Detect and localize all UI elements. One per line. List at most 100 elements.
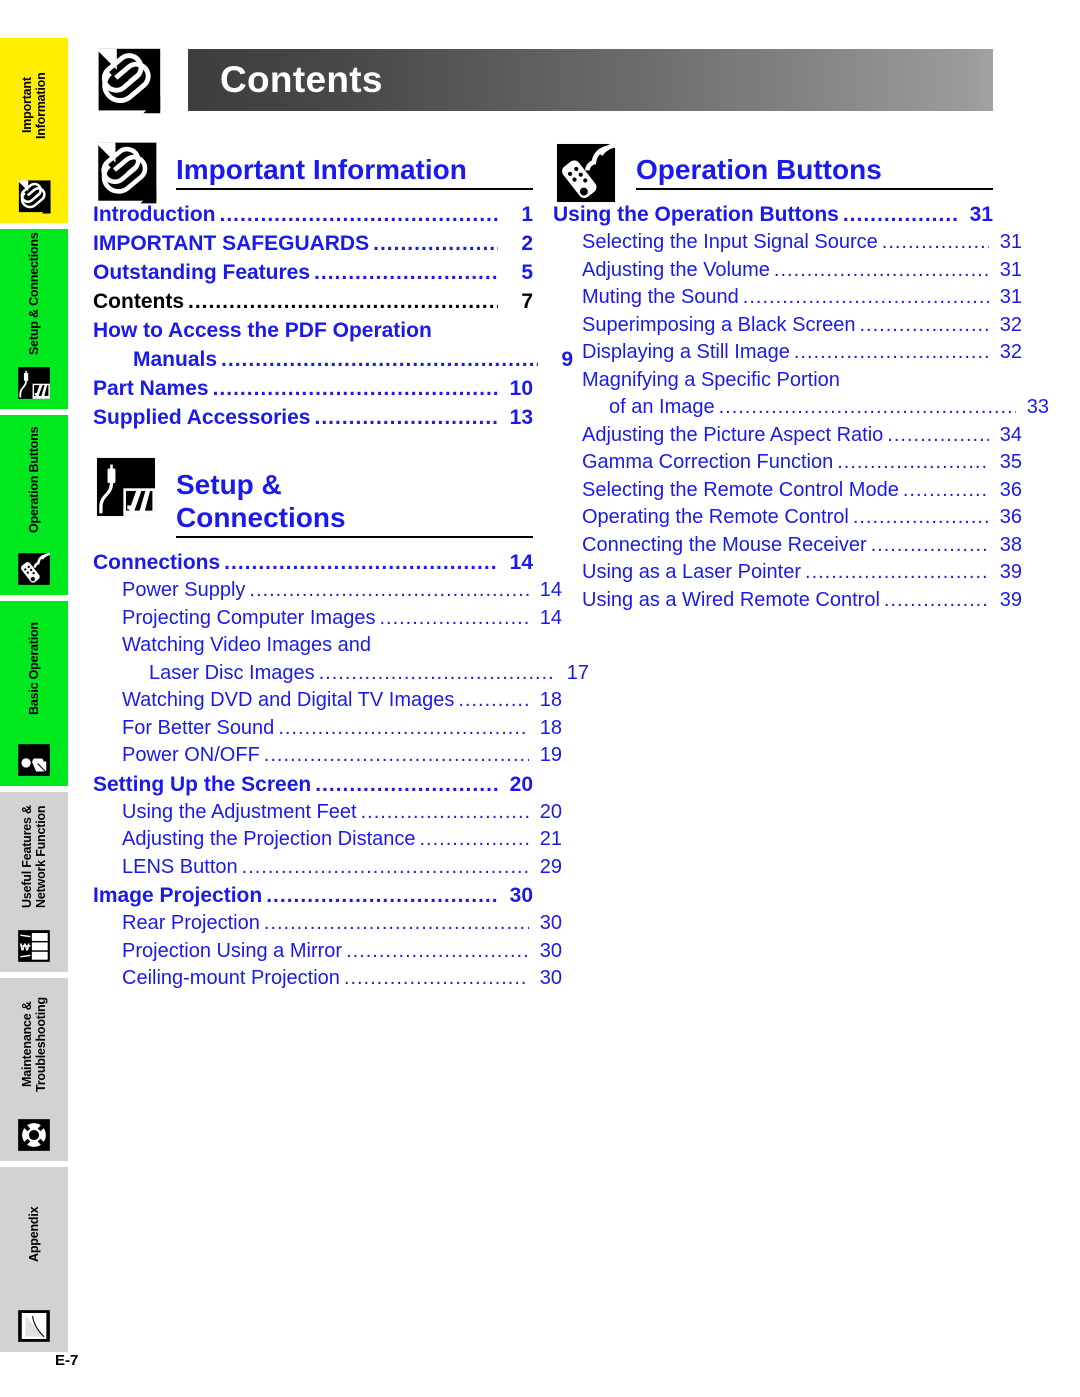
toc-entry-label: Muting the Sound [582, 286, 739, 308]
toc-entry[interactable]: Operating the Remote Control............… [553, 504, 1022, 532]
toc-entry[interactable]: Connections.............................… [93, 548, 533, 577]
sidebar-tab-label: Operation Buttons [27, 426, 41, 534]
toc-entry[interactable]: Ceiling-mount Projection................… [93, 965, 562, 993]
sidebar-tab-appendix[interactable]: Appendix [0, 1167, 68, 1352]
toc-section-operation-buttons: Operation Buttons Using the Operation But… [553, 140, 1049, 614]
toc-entry-label: Rear Projection [122, 912, 260, 934]
toc-entry[interactable]: How to Access the PDF Operation.........… [93, 316, 533, 345]
toc-entry-page: 18 [539, 716, 562, 739]
toc-entry[interactable]: Outstanding Features....................… [93, 258, 533, 287]
toc-entry-page: 14 [509, 551, 533, 574]
toc-entry-page: 13 [509, 406, 533, 429]
toc-entry[interactable]: Selecting the Input Signal Source.......… [553, 229, 1022, 257]
toc-entry[interactable]: Using the Adjustment Feet...............… [93, 799, 562, 827]
life-ring-icon [16, 1117, 52, 1153]
section-title-line: Setup & [176, 469, 282, 500]
sidebar-tab-important-information[interactable]: Important Information [0, 38, 68, 223]
toc-entry[interactable]: Magnifying a Specific Portion...........… [553, 367, 1022, 395]
toc-section-setup-and-connections: Setup & Connections Connections...........… [93, 454, 589, 993]
toc-entry-page: 31 [999, 286, 1022, 308]
toc-entry-page: 38 [999, 533, 1022, 556]
toc-leader-dots: ........................................… [314, 261, 498, 284]
toc-entry[interactable]: Adjusting the Picture Aspect Ratio......… [553, 422, 1022, 450]
www-network-icon: W [16, 928, 52, 964]
toc-entry-label: IMPORTANT SAFEGUARDS [93, 232, 370, 255]
sidebar-tab-setup-connections[interactable]: Setup & Connections [0, 229, 68, 409]
toc-entry-label: Part Names [93, 377, 209, 400]
toc-entry[interactable]: of an Image.............................… [553, 394, 1049, 422]
toc-list: Using the Operation Buttons.............… [553, 200, 1049, 614]
toc-entry[interactable]: Part Names..............................… [93, 374, 533, 403]
toc-entry[interactable]: Rear Projection.........................… [93, 910, 562, 938]
toc-leader-dots: ........................................… [870, 533, 989, 556]
toc-entry[interactable]: Power Supply............................… [93, 577, 562, 605]
toc-entry-page: 36 [999, 478, 1022, 501]
toc-entry[interactable]: Projecting Computer Images..............… [93, 605, 562, 633]
toc-leader-dots: ........................................… [881, 231, 989, 253]
toc-section-important-information: Important Information Introduction.......… [93, 140, 573, 432]
sidebar-tab-label: Important Information [20, 72, 48, 139]
toc-leader-dots: ........................................… [379, 606, 529, 629]
toc-entry-label: Image Projection [93, 884, 263, 907]
toc-leader-dots: ........................................… [278, 716, 529, 739]
toc-entry[interactable]: IMPORTANT SAFEGUARDS....................… [93, 229, 533, 258]
toc-entry-page: 39 [999, 561, 1022, 583]
toc-entry[interactable]: Power ON/OFF............................… [93, 742, 562, 770]
toc-entry-page: 29 [539, 855, 562, 878]
sidebar-tab-label: Basic Operation [27, 622, 41, 715]
toc-entry-label: How to Access the PDF Operation [93, 319, 432, 342]
toc-entry-page: 30 [509, 884, 533, 907]
toc-entry-label: Connecting the Mouse Receiver [582, 533, 867, 556]
toc-leader-dots: ........................................… [263, 744, 529, 766]
toc-leader-dots: ........................................… [212, 377, 498, 400]
toc-entry[interactable]: Watching DVD and Digital TV Images......… [93, 687, 562, 715]
sidebar-tab-operation-buttons[interactable]: Operation Buttons [0, 415, 68, 595]
toc-entry[interactable]: Using as a Laser Pointer................… [553, 559, 1022, 587]
toc-entry-label: Adjusting the Picture Aspect Ratio [582, 423, 884, 446]
toc-entry[interactable]: Manuals.................................… [93, 345, 573, 374]
toc-entry-label: Gamma Correction Function [582, 451, 834, 473]
toc-leader-dots: ........................................… [360, 800, 529, 823]
toc-entry-label: For Better Sound [122, 716, 275, 739]
toc-entry-label: Superimposing a Black Screen [582, 313, 856, 336]
toc-entry[interactable]: Contents................................… [93, 287, 533, 316]
toc-entry[interactable]: Displaying a Still Image................… [553, 339, 1022, 367]
toc-entry-label: Power Supply [122, 579, 246, 601]
toc-leader-dots: ........................................… [221, 348, 538, 371]
svg-text:W: W [20, 942, 31, 953]
toc-entry-label: Setting Up the Screen [93, 772, 312, 796]
sidebar-tab-useful-features-network-function[interactable]: Useful Features & Network Function W [0, 792, 68, 972]
toc-leader-dots: ........................................… [773, 258, 989, 281]
toc-entry[interactable]: Adjusting the Projection Distance.......… [93, 826, 562, 854]
toc-entry[interactable]: Introduction............................… [93, 200, 533, 229]
toc-entry[interactable]: Muting the Sound........................… [553, 284, 1022, 312]
toc-entry[interactable]: Gamma Correction Function...............… [553, 449, 1022, 477]
toc-leader-dots: ........................................… [318, 661, 556, 684]
toc-leader-dots: ........................................… [902, 478, 989, 501]
toc-entry[interactable]: Setting Up the Screen...................… [93, 770, 533, 799]
toc-entry[interactable]: Image Projection........................… [93, 881, 533, 910]
toc-entry[interactable]: Supplied Accessories....................… [93, 403, 533, 432]
toc-leader-dots: ........................................… [315, 772, 498, 796]
toc-entry[interactable]: Watching Video Images and...............… [93, 632, 562, 660]
toc-entry-label: Manuals [133, 348, 218, 371]
toc-entry[interactable]: Selecting the Remote Control Mode.......… [553, 477, 1022, 505]
toc-entry[interactable]: LENS Button.............................… [93, 854, 562, 882]
toc-entry[interactable]: Connecting the Mouse Receiver...........… [553, 532, 1022, 560]
toc-entry[interactable]: Adjusting the Volume....................… [553, 257, 1022, 285]
sidebar-tab-maintenance-troubleshooting[interactable]: Maintenance & Troubleshooting [0, 978, 68, 1161]
toc-entry[interactable]: Superimposing a Black Screen............… [553, 312, 1022, 340]
appendix-page-icon [16, 1308, 52, 1344]
toc-entry[interactable]: Using as a Wired Remote Control.........… [553, 587, 1022, 615]
toc-entry-label: LENS Button [122, 855, 238, 878]
toc-entry[interactable]: Projection Using a Mirror...............… [93, 938, 562, 966]
toc-entry[interactable]: Laser Disc Images.......................… [93, 660, 589, 688]
toc-entry-label: Using as a Laser Pointer [582, 561, 802, 583]
toc-leader-dots: ........................................… [887, 423, 989, 446]
toc-list: Connections.............................… [93, 548, 589, 993]
toc-entry[interactable]: Using the Operation Buttons.............… [553, 200, 993, 229]
toc-entry-label: Displaying a Still Image [582, 341, 790, 363]
toc-entry[interactable]: For Better Sound........................… [93, 715, 562, 743]
sidebar-tab-basic-operation[interactable]: Basic Operation [0, 601, 68, 786]
sidebar-tab-label: Appendix [27, 1206, 41, 1263]
